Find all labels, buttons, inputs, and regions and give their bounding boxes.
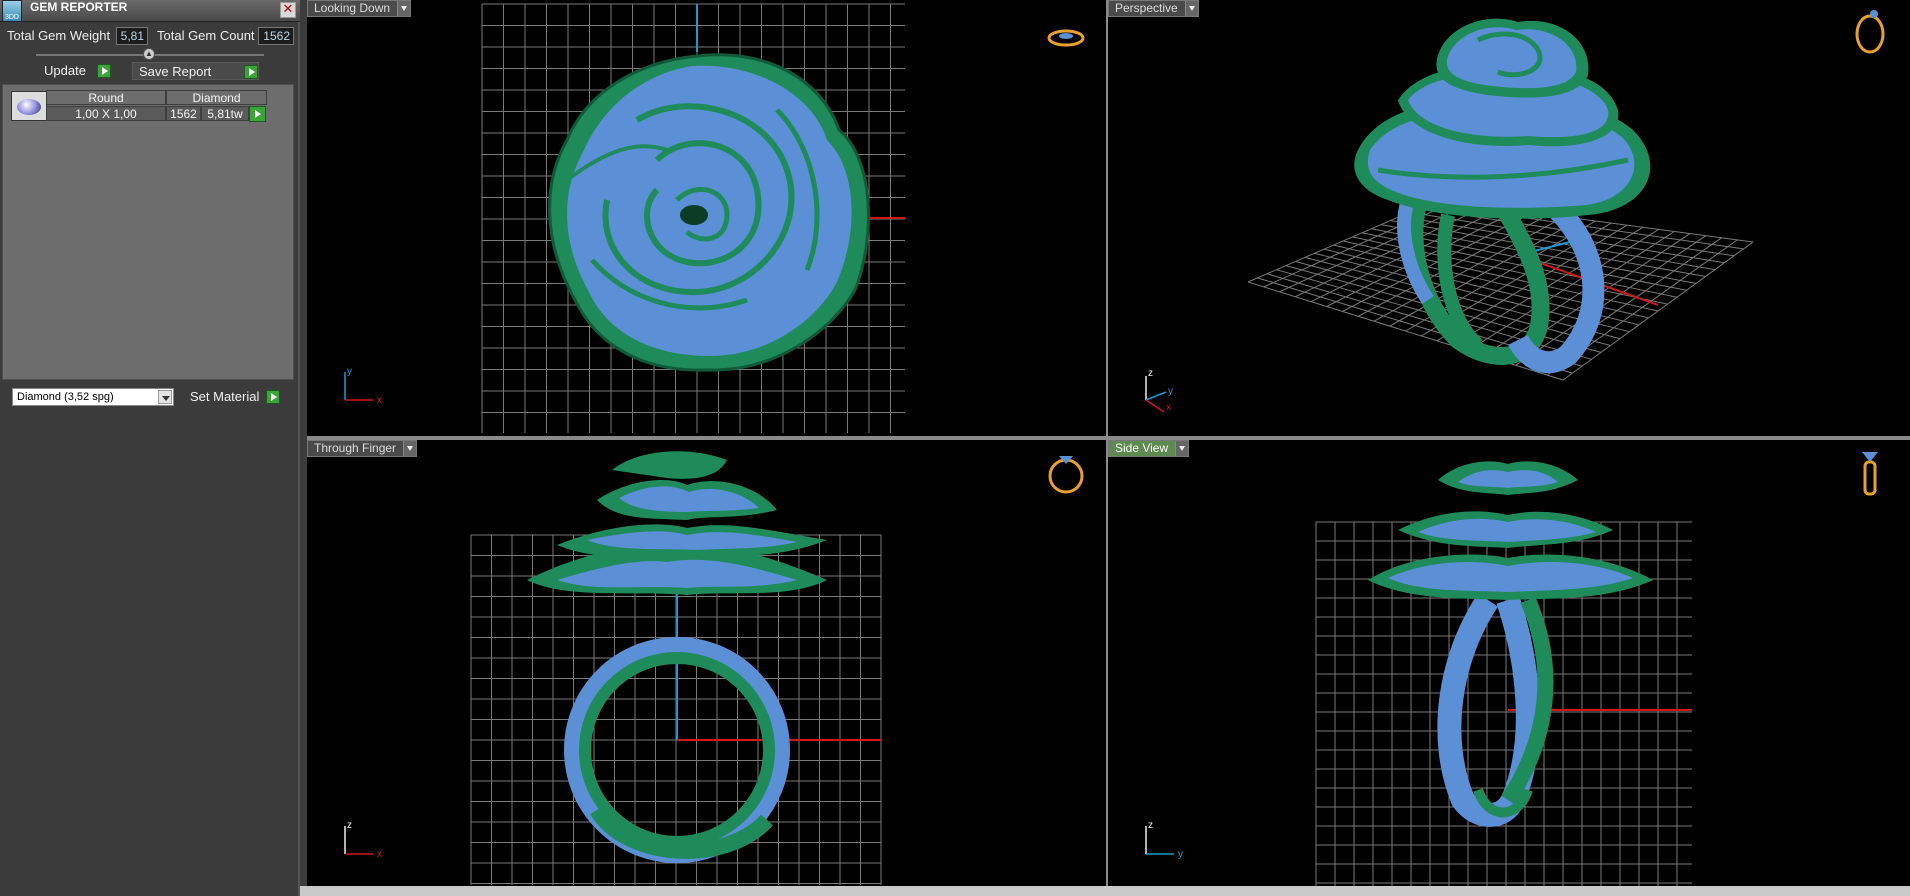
gem-shape-header: Round [46,90,166,105]
axis-label-y: y [347,366,352,377]
viewport-through-finger[interactable]: z x Through Finger [307,440,1106,886]
gem-list [2,84,294,380]
axis-gizmo: z x [344,820,382,860]
rose-ring-top-model [548,53,870,372]
viewport-label-text: Side View [1115,441,1169,455]
rose-ring-front-model [527,451,827,863]
axis-label-z: z [1148,368,1153,379]
axis-gizmo: z y x [1145,368,1173,413]
chevron-down-icon[interactable] [1175,441,1189,456]
ring-perspective-icon[interactable] [1855,10,1885,54]
app-logo-icon: 3DD [2,0,22,22]
round-diamond-thumbnail-icon[interactable] [11,91,47,121]
gem-weight-cell[interactable]: 5,81tw [201,106,249,121]
axis-label-z: z [1148,820,1153,831]
total-gem-count-label: Total Gem Count [157,28,255,43]
play-arrow-icon [97,64,111,78]
material-dropdown[interactable]: Diamond (3,52 spg) [12,388,174,406]
viewport-label-text: Perspective [1115,1,1178,15]
viewport-label-looking-down[interactable]: Looking Down [307,0,412,17]
viewport-side-view[interactable]: z y Side View [1108,440,1910,886]
play-arrow-icon [244,65,258,79]
save-report-button-label: Save Report [139,64,212,79]
chevron-down-icon[interactable] [397,1,411,16]
viewport-label-side-view[interactable]: Side View [1108,440,1190,457]
viewport-perspective[interactable]: z y x Perspective [1108,0,1910,436]
bottom-status-strip [300,886,1910,896]
axis-label-z: z [347,820,352,831]
total-gem-weight-row: Total Gem Weight 5,81 [0,27,150,45]
gem-reporter-panel: 3DD GEM REPORTER ✕ Total Gem Weight 5,81… [0,0,300,896]
total-gem-weight-value: 5,81 [116,27,148,45]
viewport-looking-down[interactable]: y x Looking Down [307,0,1106,436]
viewport-label-text: Through Finger [314,441,397,455]
axis-gizmo: z y [1145,820,1183,860]
side-view-canvas: z y [1145,452,1878,886]
axis-label-y: y [1178,849,1183,860]
chevron-down-icon[interactable] [1184,1,1198,16]
panel-title: GEM REPORTER [30,0,128,14]
perspective-canvas: z y x [1145,10,1885,413]
ring-top-view-icon[interactable] [1047,29,1085,47]
total-gem-count-value: 1562 [258,27,294,45]
chevron-down-icon[interactable] [158,390,172,404]
viewport-label-text: Looking Down [314,1,391,15]
gem-type-header: Diamond [166,90,267,105]
viewport-label-through-finger[interactable]: Through Finger [307,440,418,457]
ring-front-view-icon[interactable] [1048,456,1084,494]
gem-row-play-arrow-icon[interactable] [249,106,266,122]
update-button[interactable]: Update [38,62,111,80]
axis-label-x: x [1166,402,1171,413]
total-gem-weight-label: Total Gem Weight [7,28,111,43]
panel-divider-slider-knob[interactable]: ▲ [143,48,155,60]
viewport-divider-vertical[interactable] [1106,0,1108,886]
axis-gizmo: y x [344,366,382,406]
axis-label-x: x [377,849,382,860]
looking-down-canvas: y x [344,3,1085,433]
ring-side-view-icon[interactable] [1862,452,1878,496]
gem-size-cell[interactable]: 1,00 X 1,00 [46,106,166,121]
gem-count-cell[interactable]: 1562 [166,106,201,121]
app-logo-text: 3DD [4,14,19,21]
total-gem-count-row: Total Gem Count 1562 [150,27,298,45]
set-material-button[interactable]: Set Material [184,388,280,406]
update-button-label: Update [44,63,86,78]
save-report-button[interactable]: Save Report [132,62,259,80]
viewport-label-perspective[interactable]: Perspective [1108,0,1199,17]
set-material-button-label: Set Material [190,389,260,404]
panel-titlebar: 3DD GEM REPORTER ✕ [0,0,300,22]
gem-stone-shape [17,99,41,115]
viewport-divider-horizontal[interactable] [307,436,1910,440]
axis-label-y: y [1168,386,1173,397]
material-dropdown-value: Diamond (3,52 spg) [17,391,114,403]
play-arrow-icon [266,390,280,404]
chevron-down-icon[interactable] [403,441,417,456]
through-finger-canvas: z x [344,451,1084,885]
rose-ring-perspective-model [1354,18,1651,374]
close-icon[interactable]: ✕ [280,2,296,18]
axis-label-x: x [377,395,382,406]
